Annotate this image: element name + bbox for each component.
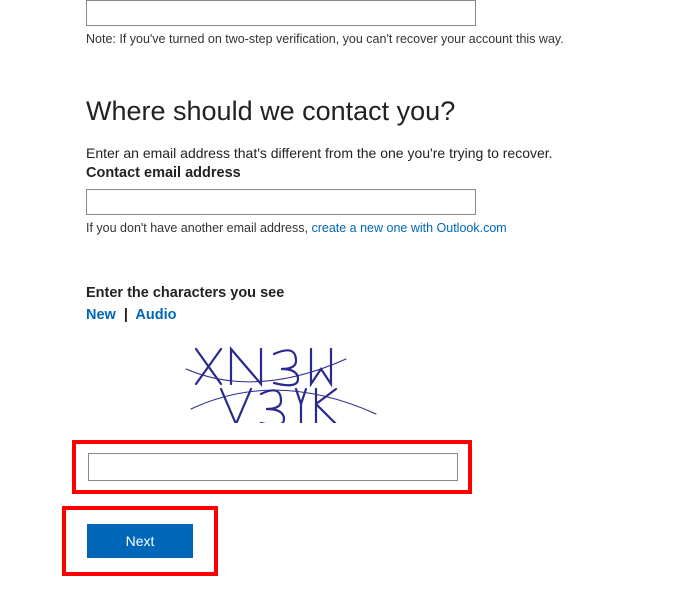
captcha-image [176, 339, 386, 423]
contact-email-input[interactable] [86, 189, 476, 215]
captcha-label: Enter the characters you see [86, 285, 676, 301]
captcha-input-highlight [72, 440, 472, 494]
captcha-links: New | Audio [86, 307, 676, 323]
help-prefix: If you don't have another email address, [86, 221, 311, 235]
create-outlook-link[interactable]: create a new one with Outlook.com [311, 221, 506, 235]
contact-email-label: Contact email address [86, 165, 676, 181]
next-button[interactable]: Next [87, 524, 193, 558]
next-button-highlight: Next [62, 506, 218, 576]
prior-input [86, 0, 476, 26]
page-title: Where should we contact you? [86, 96, 676, 127]
two-step-note: Note: If you've turned on two-step verif… [86, 32, 676, 46]
contact-instruction: Enter an email address that's different … [86, 145, 676, 161]
captcha-audio-link[interactable]: Audio [135, 307, 176, 323]
captcha-separator: | [124, 307, 128, 323]
help-text: If you don't have another email address,… [86, 221, 676, 235]
captcha-new-link[interactable]: New [86, 307, 116, 323]
captcha-input[interactable] [88, 453, 458, 481]
